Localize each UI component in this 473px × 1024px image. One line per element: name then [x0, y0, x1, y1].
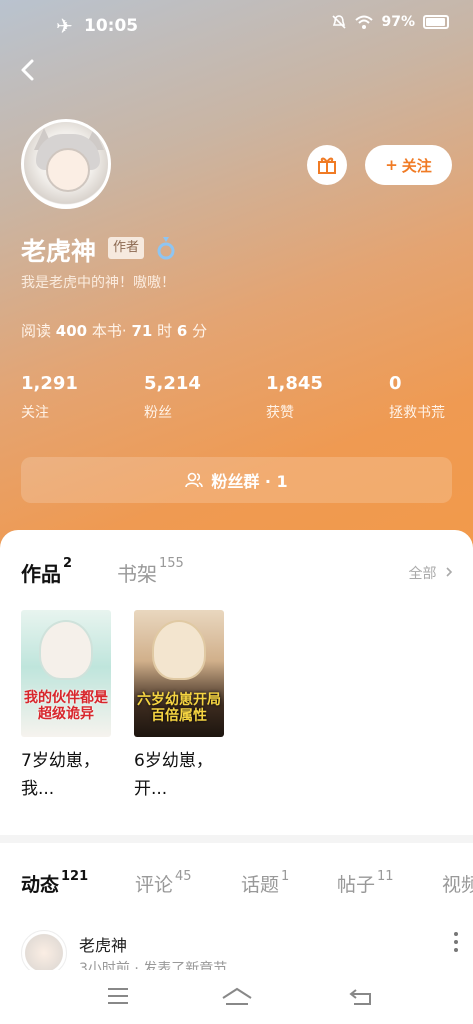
- status-bar: ✈ 10:05 97%: [0, 0, 473, 52]
- more-icon[interactable]: [451, 932, 461, 956]
- tab-comments[interactable]: 评论 45: [135, 869, 192, 897]
- feed-post[interactable]: 老虎神 3小时前 · 发表了新章节: [21, 928, 461, 976]
- follow-button[interactable]: + 关注: [365, 145, 452, 185]
- fan-group-label: 粉丝群 · 1: [211, 472, 288, 491]
- chevron-right-icon: [446, 567, 453, 577]
- section-divider: [0, 835, 473, 843]
- system-nav-bar: [0, 970, 473, 1024]
- follow-label: 关注: [401, 156, 432, 175]
- battery-icon: [423, 15, 449, 29]
- book-title: 7岁幼崽，我...: [21, 751, 100, 799]
- return-icon[interactable]: [348, 986, 374, 1006]
- battery-percent: 97%: [381, 14, 415, 30]
- reading-stats: 阅读 400 本书· 71 时 6 分: [21, 322, 208, 340]
- back-button[interactable]: [14, 56, 46, 88]
- content-card: 作品 2 书架 155 全部 我的伙伴都是超级诡异 7岁幼崽，我... 六岁幼崽开局…: [0, 530, 473, 1024]
- feed-tabs: 动态 121 评论 45 话题 1 帖子 11 视频: [21, 869, 473, 900]
- tab-videos[interactable]: 视频: [442, 870, 473, 897]
- view-all-link[interactable]: 全部: [409, 563, 453, 583]
- book-card[interactable]: 六岁幼崽开局百倍属性 6岁幼崽，开...: [134, 610, 229, 803]
- user-bio: 我是老虎中的神！嗷嗷！: [21, 275, 175, 291]
- stat-likes[interactable]: 1,845 获赞: [266, 373, 323, 422]
- book-cover: 我的伙伴都是超级诡异: [21, 610, 111, 737]
- post-author: 老虎神: [79, 936, 128, 955]
- home-icon[interactable]: [221, 986, 253, 1006]
- tab-bookshelf[interactable]: 书架 155: [117, 556, 184, 587]
- author-badge: 作者: [108, 237, 145, 259]
- group-icon: [185, 472, 204, 488]
- silent-icon: [332, 15, 347, 29]
- gift-icon: [318, 157, 336, 174]
- wifi-icon: [355, 15, 374, 29]
- gift-button[interactable]: [307, 145, 347, 185]
- tab-activity[interactable]: 动态 121: [21, 869, 88, 897]
- stat-fans[interactable]: 5,214 粉丝: [144, 373, 201, 422]
- back-icon: [21, 59, 34, 81]
- user-name: 老虎神: [21, 237, 97, 266]
- stat-rescue[interactable]: 0 拯救书荒: [389, 373, 445, 422]
- avatar[interactable]: [21, 119, 111, 209]
- menu-icon[interactable]: [106, 986, 130, 1006]
- airplane-icon: ✈: [56, 14, 73, 38]
- tab-posts[interactable]: 帖子 11: [337, 869, 394, 897]
- status-time: 10:05: [84, 16, 139, 36]
- tab-works[interactable]: 作品 2: [21, 556, 72, 587]
- book-card[interactable]: 我的伙伴都是超级诡异 7岁幼崽，我...: [21, 610, 116, 803]
- ring-icon[interactable]: [156, 235, 176, 261]
- book-title: 6岁幼崽，开...: [134, 751, 213, 799]
- stat-following[interactable]: 1,291 关注: [21, 373, 78, 422]
- book-cover: 六岁幼崽开局百倍属性: [134, 610, 224, 737]
- fan-group-button[interactable]: 粉丝群 · 1: [21, 457, 452, 503]
- tab-topics[interactable]: 话题 1: [241, 869, 289, 897]
- plus-icon: +: [385, 156, 398, 174]
